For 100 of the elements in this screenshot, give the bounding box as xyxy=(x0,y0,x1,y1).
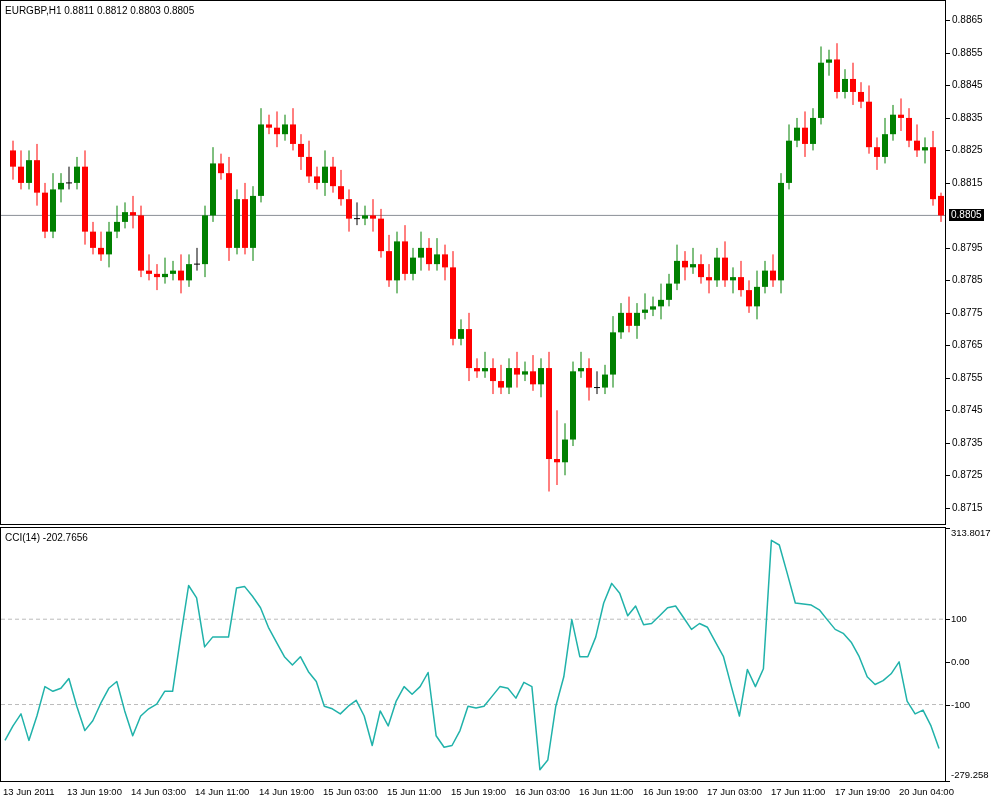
candlestick xyxy=(338,169,344,207)
candlestick xyxy=(402,224,408,281)
price-label: 0.8755 xyxy=(952,371,983,384)
candlestick xyxy=(458,318,464,346)
candlestick xyxy=(834,42,840,99)
candlestick xyxy=(130,195,136,229)
candlestick xyxy=(890,104,896,142)
price-label: 0.8815 xyxy=(952,176,983,189)
candlestick xyxy=(706,263,712,294)
candlestick xyxy=(434,237,440,272)
time-label: 16 Jun 11:00 xyxy=(578,786,635,797)
symbol-info: EURGBP,H1 0.8811 0.8812 0.8803 0.8805 xyxy=(5,5,195,16)
price-label: 0.8835 xyxy=(952,111,983,124)
candlestick xyxy=(578,351,584,379)
candlestick xyxy=(386,234,392,288)
candlestick xyxy=(754,270,760,320)
candlestick xyxy=(826,49,832,77)
candlestick xyxy=(170,260,176,281)
candlestick xyxy=(650,296,656,317)
candlestick xyxy=(426,237,432,272)
candlestick xyxy=(418,231,424,272)
price-label: 0.8725 xyxy=(952,469,983,482)
time-label: 17 Jun 19:00 xyxy=(834,786,891,797)
candlestick xyxy=(442,244,448,281)
time-label: 15 Jun 19:00 xyxy=(450,786,507,797)
candlestick xyxy=(626,296,632,333)
candlestick xyxy=(114,205,120,239)
candlestick xyxy=(634,302,640,340)
candlestick xyxy=(674,244,680,291)
candlestick xyxy=(330,156,336,194)
candlestick xyxy=(530,354,536,392)
candlestick xyxy=(794,117,800,148)
candlestick xyxy=(858,81,864,109)
candlestick xyxy=(106,221,112,268)
candlestick xyxy=(18,149,24,190)
candlestick xyxy=(234,188,240,255)
candlestick xyxy=(498,364,504,395)
candlestick xyxy=(922,136,928,164)
candlestick xyxy=(658,283,664,320)
price-label: 0.8795 xyxy=(952,241,983,254)
candlestick xyxy=(482,351,488,379)
indicator-label: 100 xyxy=(951,613,967,626)
time-label: 17 Jun 03:00 xyxy=(706,786,763,797)
candlestick xyxy=(514,351,520,389)
indicator-label: 313.8017 xyxy=(951,527,991,539)
candlestick xyxy=(506,357,512,395)
candlestick xyxy=(122,201,128,229)
candlestick xyxy=(90,221,96,255)
candlestick xyxy=(10,140,16,181)
candlestick xyxy=(786,123,792,190)
candlestick xyxy=(722,240,728,288)
time-label: 14 Jun 03:00 xyxy=(130,786,187,797)
candlestick xyxy=(322,149,328,197)
candlestick xyxy=(282,114,288,142)
candlestick xyxy=(690,247,696,275)
time-label: 13 Jun 19:00 xyxy=(66,786,123,797)
candlestick xyxy=(34,143,40,207)
indicator-label: 0.00 xyxy=(951,655,970,668)
candlestick xyxy=(698,253,704,285)
candlestick xyxy=(306,140,312,184)
candlestick xyxy=(218,153,224,181)
candlestick xyxy=(770,253,776,288)
candlestick xyxy=(682,250,688,281)
price-label: 0.8845 xyxy=(952,79,983,92)
time-label: 14 Jun 19:00 xyxy=(258,786,315,797)
candlestick xyxy=(98,231,104,262)
indicator-label: -100 xyxy=(951,698,970,711)
candlestick xyxy=(154,263,160,291)
candlestick xyxy=(866,84,872,155)
candlestick xyxy=(26,149,32,190)
candlestick xyxy=(938,192,944,223)
price-label: 0.8745 xyxy=(952,404,983,417)
candlestick xyxy=(378,208,384,259)
candlestick xyxy=(538,357,544,398)
candlestick xyxy=(730,266,736,294)
candlestick xyxy=(898,97,904,132)
time-label: 17 Jun 11:00 xyxy=(770,786,827,797)
candlestick xyxy=(42,182,48,239)
candlestick xyxy=(850,62,856,106)
price-label: 0.8715 xyxy=(952,501,983,514)
time-label: 14 Jun 11:00 xyxy=(194,786,251,797)
candlestick xyxy=(178,253,184,294)
time-label: 16 Jun 19:00 xyxy=(642,786,699,797)
candlestick xyxy=(298,133,304,171)
candlestick xyxy=(762,260,768,294)
candlestick xyxy=(802,110,808,158)
time-label: 13 Jun 2011 xyxy=(2,786,56,797)
candlestick xyxy=(906,107,912,148)
candlestick xyxy=(370,198,376,233)
candlestick xyxy=(50,172,56,239)
candlestick xyxy=(410,247,416,281)
time-label: 16 Jun 03:00 xyxy=(514,786,571,797)
candlestick xyxy=(874,136,880,171)
price-label: 0.8735 xyxy=(952,436,983,449)
indicator-label: -279.258 xyxy=(951,769,989,781)
candlestick xyxy=(738,260,744,298)
candlestick xyxy=(466,312,472,382)
price-label: 0.8825 xyxy=(952,144,983,157)
candlestick xyxy=(810,107,816,151)
indicator-title: CCI(14) -202.7656 xyxy=(5,532,88,543)
